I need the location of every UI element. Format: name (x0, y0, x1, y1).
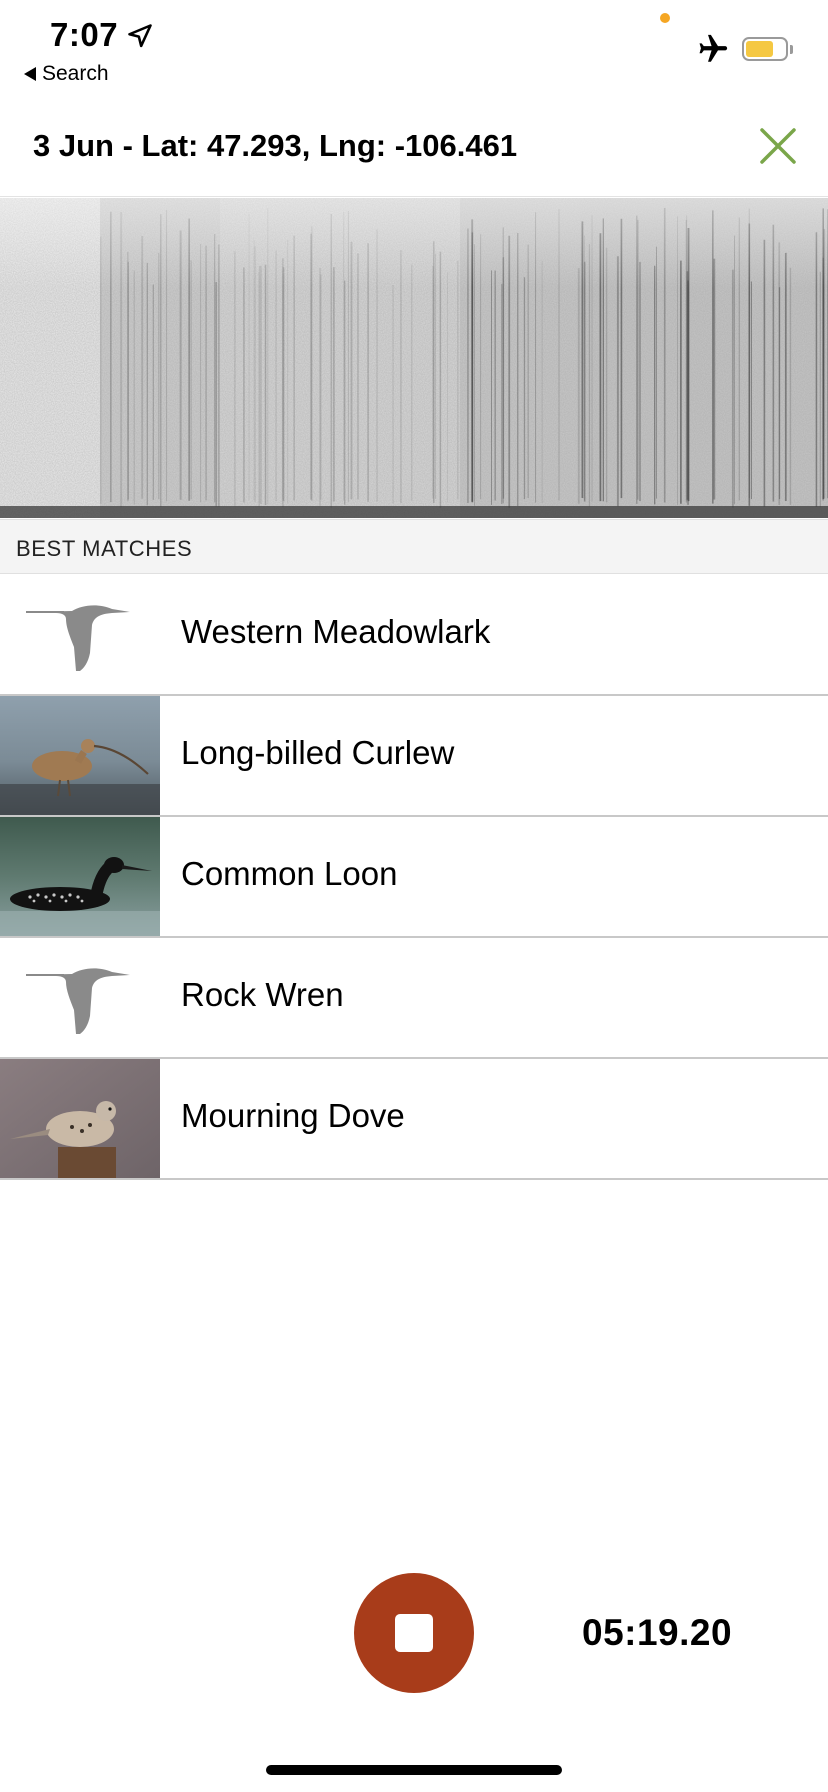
species-name: Mourning Dove (181, 1097, 405, 1134)
species-name: Common Loon (181, 855, 398, 892)
back-caret-icon (24, 67, 36, 81)
best-matches-label: BEST MATCHES (16, 536, 193, 561)
close-x-icon[interactable] (756, 124, 800, 168)
match-row[interactable]: Long-billed Curlew (0, 696, 828, 817)
placeholder-bird-logo-icon (0, 575, 160, 694)
airplane-icon (699, 34, 728, 62)
match-row[interactable]: Western Meadowlark (0, 575, 828, 696)
back-to-search-link[interactable]: Search (24, 62, 109, 86)
stop-recording-button[interactable] (354, 1573, 474, 1693)
match-row[interactable]: Common Loon (0, 817, 828, 938)
recording-title: 3 Jun - Lat: 47.293, Lng: -106.461 (33, 128, 518, 163)
loon-photo (0, 817, 160, 936)
spectrogram-image (0, 198, 828, 518)
status-bar: 7:07 Search (0, 0, 828, 100)
recording-header: 3 Jun - Lat: 47.293, Lng: -106.461 (0, 100, 828, 197)
battery-level (746, 41, 773, 57)
curlew-photo (0, 696, 160, 815)
battery-tip (790, 45, 793, 54)
status-time: 7:07 (50, 16, 119, 53)
match-row[interactable]: Mourning Dove (0, 1059, 828, 1180)
dove-photo (0, 1059, 160, 1178)
battery-icon (742, 37, 788, 61)
privacy-indicator-dot (660, 13, 670, 23)
matches-list: Western Meadowlark Long-billed Curlew Co… (0, 575, 828, 1180)
placeholder-bird-logo-icon (0, 938, 160, 1057)
match-row[interactable]: Rock Wren (0, 938, 828, 1059)
stop-icon (395, 1614, 433, 1652)
best-matches-header: BEST MATCHES (0, 519, 828, 574)
species-name: Rock Wren (181, 976, 344, 1013)
back-label: Search (42, 62, 109, 85)
species-name: Long-billed Curlew (181, 734, 455, 771)
location-arrow-icon (128, 24, 152, 48)
recording-timer: 05:19.20 (582, 1612, 733, 1653)
home-indicator[interactable] (266, 1765, 562, 1775)
species-name: Western Meadowlark (181, 613, 491, 650)
